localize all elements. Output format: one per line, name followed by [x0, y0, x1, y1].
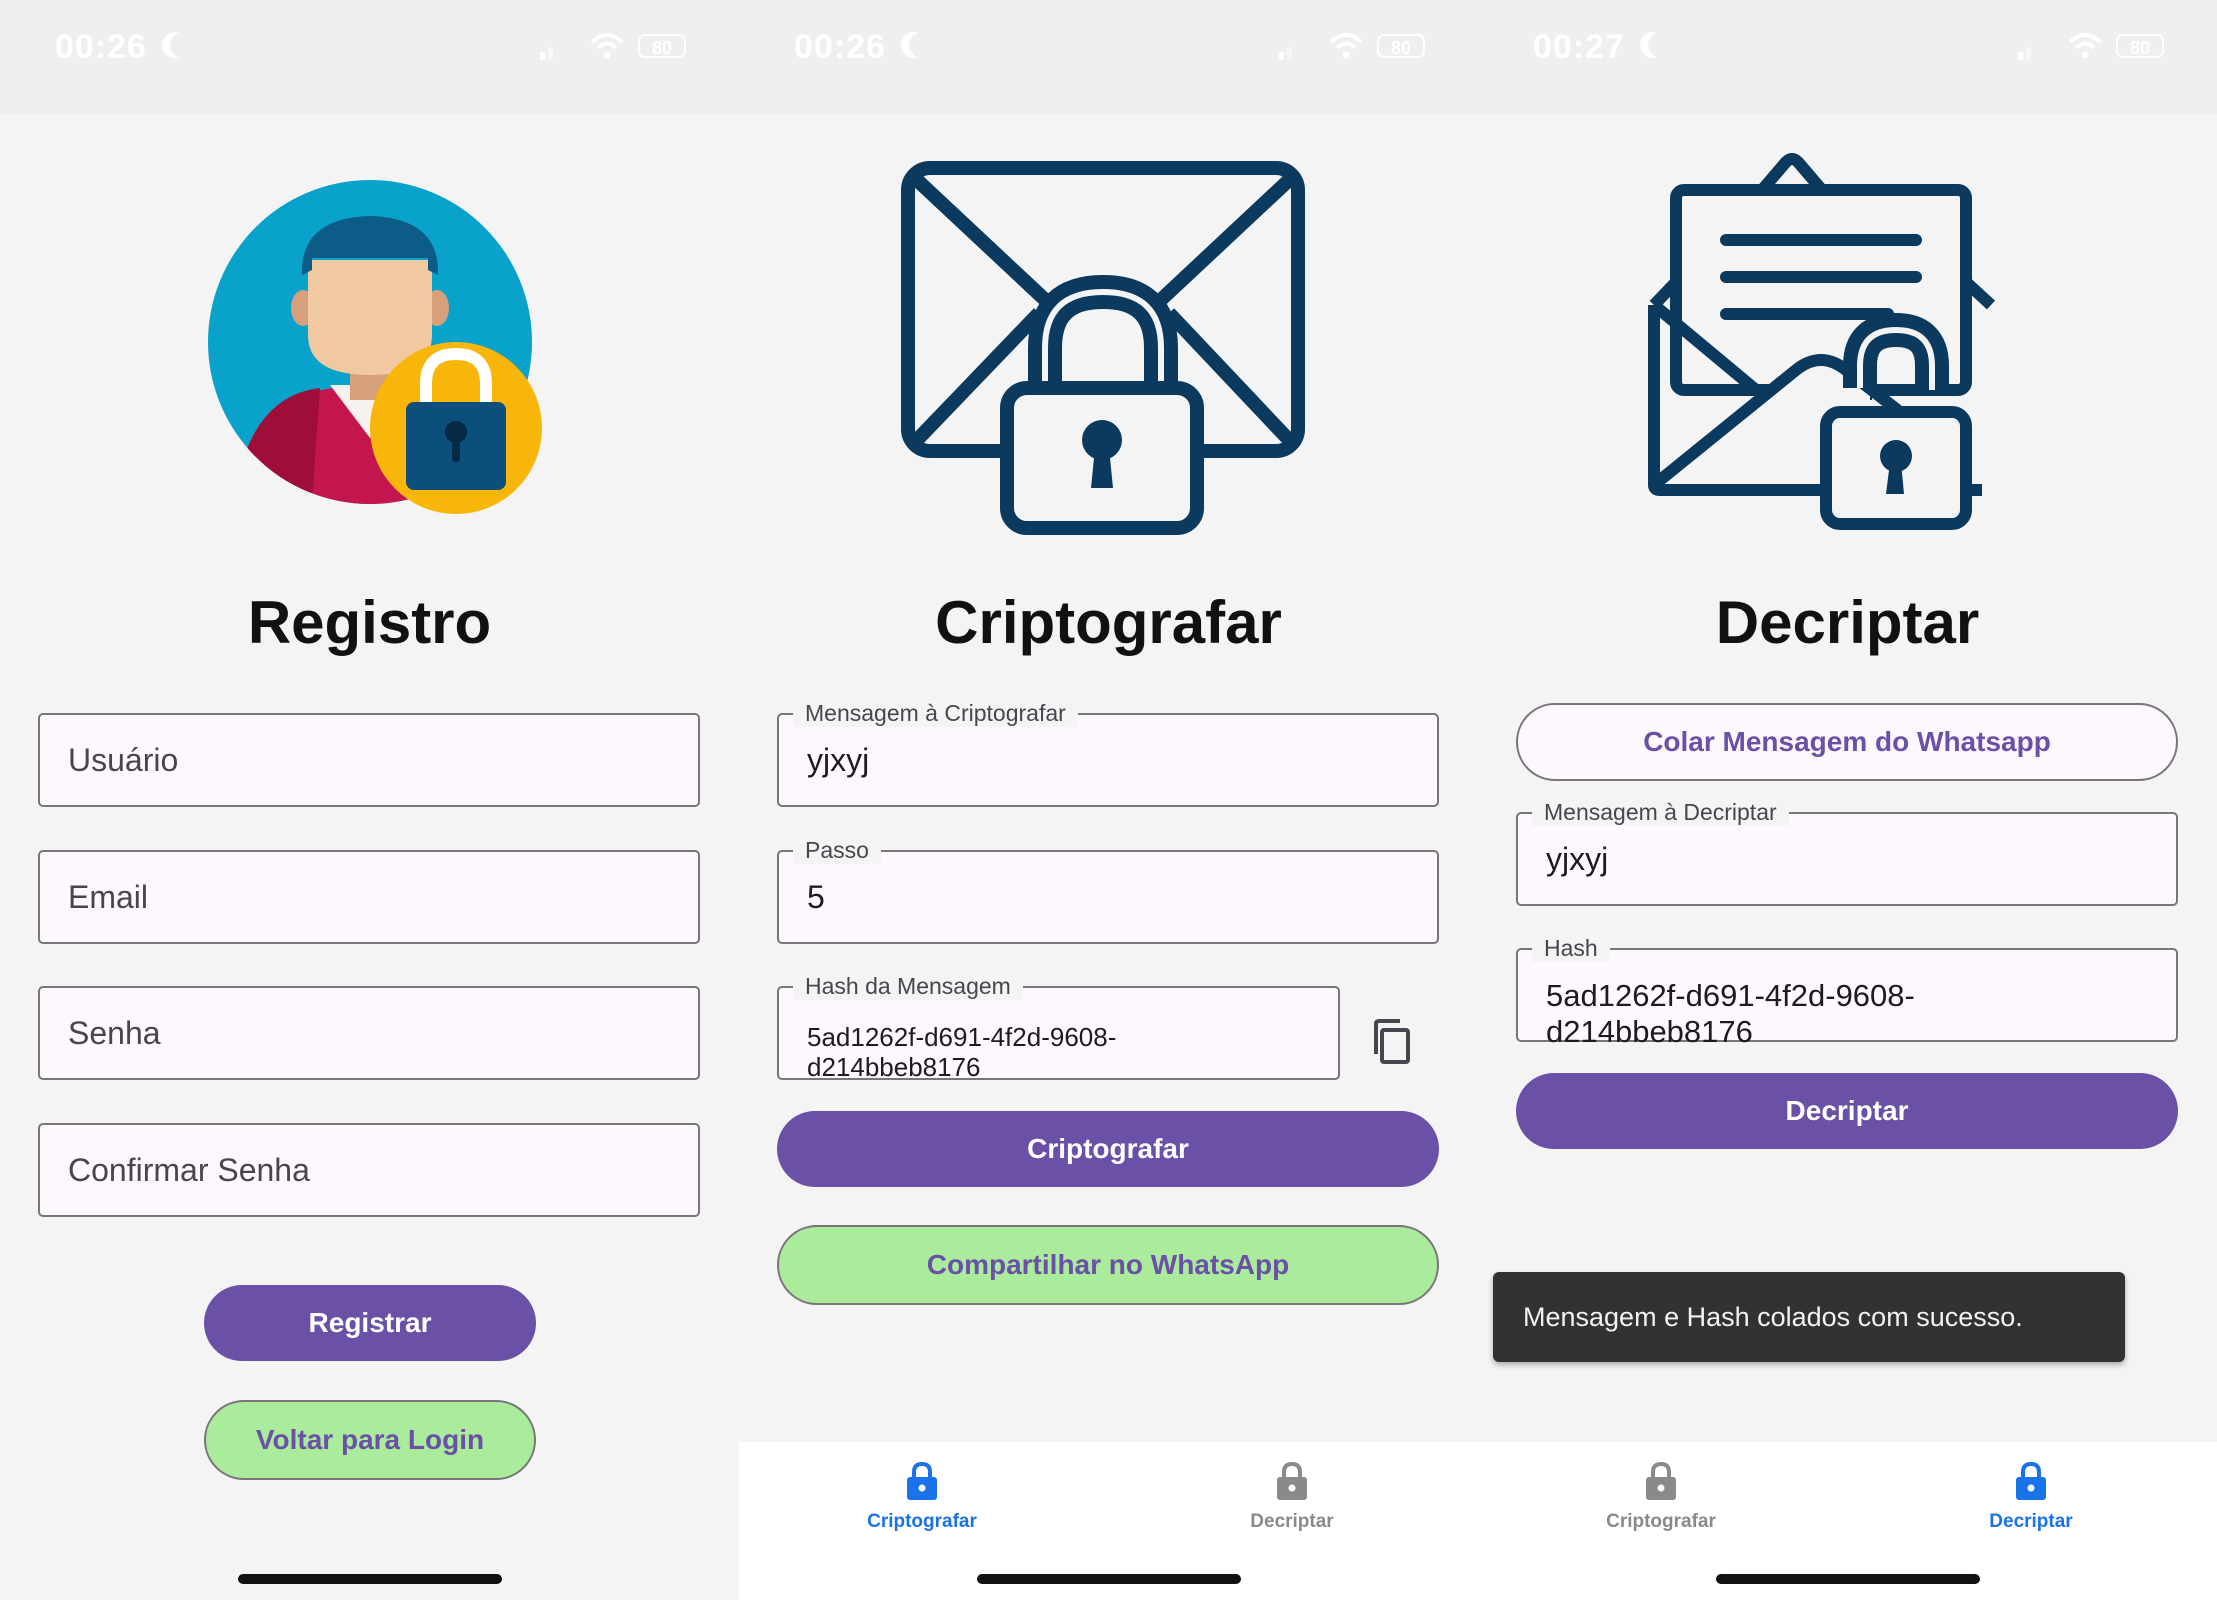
- battery-icon: 80: [1377, 34, 1425, 58]
- status-time: 00:26: [55, 28, 147, 66]
- encrypt-button[interactable]: Criptografar: [777, 1111, 1439, 1187]
- envelope-lock-icon: [901, 161, 1305, 535]
- message-hash-label: Hash da Mensagem: [793, 972, 1023, 1000]
- tab-encrypt[interactable]: Criptografar: [802, 1460, 1042, 1533]
- tab-encrypt-label: Criptografar: [867, 1511, 977, 1532]
- hash-field[interactable]: Hash 5ad1262f-d691-4f2d-9608- d214bbeb81…: [1516, 934, 2178, 1049]
- share-whatsapp-button[interactable]: Compartilhar no WhatsApp: [777, 1225, 1439, 1305]
- tab-encrypt-label: Criptografar: [1606, 1511, 1716, 1532]
- lock-icon: [2016, 1461, 2046, 1500]
- wifi-icon: [1329, 33, 1363, 59]
- cellular-signal-icon: [1279, 40, 1303, 60]
- message-hash-value: 5ad1262f-d691-4f2d-9608- d214bbeb8176: [807, 1022, 1117, 1082]
- status-time: 00:26: [794, 28, 886, 66]
- decrypt-button[interactable]: Decriptar: [1516, 1073, 2178, 1149]
- lock-icon: [907, 1461, 937, 1500]
- password-field[interactable]: Senha: [38, 986, 700, 1080]
- snackbar: Mensagem e Hash colados com sucesso.: [1493, 1272, 2125, 1362]
- back-to-login-button[interactable]: Voltar para Login: [204, 1400, 536, 1480]
- user-lock-avatar-icon: [208, 180, 542, 514]
- battery-icon: 80: [638, 34, 686, 58]
- page-title: Decriptar: [1715, 589, 1980, 656]
- home-indicator: [237, 1574, 502, 1584]
- step-value: 5: [807, 879, 825, 915]
- message-hash-field[interactable]: Hash da Mensagem 5ad1262f-d691-4f2d-9608…: [777, 972, 1340, 1082]
- decrypt-screen: 00:27 80 Decriptar Colar Mensagem do Wha…: [1478, 0, 2217, 1600]
- page-title: Registro: [247, 589, 492, 656]
- wifi-icon: [590, 33, 624, 59]
- battery-icon: 80: [2116, 34, 2164, 58]
- email-placeholder: Email: [68, 879, 149, 915]
- cellular-signal-icon: [2018, 40, 2042, 60]
- moon-icon: [170, 32, 196, 58]
- home-indicator: [1715, 1574, 1980, 1584]
- status-bar: 00:26 80: [739, 0, 1478, 114]
- hash-value: 5ad1262f-d691-4f2d-9608- d214bbeb8176: [1546, 978, 1915, 1049]
- register-button[interactable]: Registrar: [204, 1285, 536, 1361]
- paste-whatsapp-message-button[interactable]: Colar Mensagem do Whatsapp: [1516, 703, 2178, 781]
- moon-icon: [909, 32, 935, 58]
- register-screen: 00:26 80 Registro Usuário Email Senha Co…: [0, 0, 739, 1600]
- page-title: Criptografar: [935, 589, 1282, 656]
- encrypt-screen: 00:26 80 Criptografar Mensagem à Criptog…: [739, 0, 1478, 1600]
- username-field[interactable]: Usuário: [38, 713, 700, 807]
- confirm-password-placeholder: Confirmar Senha: [68, 1152, 310, 1188]
- password-placeholder: Senha: [68, 1015, 161, 1051]
- message-to-decrypt-value: yjxyj: [1546, 841, 1609, 877]
- status-bar: 00:26 80: [0, 0, 739, 114]
- lock-icon: [1277, 1461, 1307, 1500]
- hash-label: Hash: [1532, 934, 1610, 962]
- open-envelope-unlock-icon: [1648, 153, 1996, 530]
- message-to-decrypt-field[interactable]: Mensagem à Decriptar yjxyj: [1516, 798, 2178, 906]
- home-indicator: [976, 1574, 1241, 1584]
- tab-decrypt[interactable]: Decriptar: [1911, 1460, 2151, 1533]
- tab-decrypt[interactable]: Decriptar: [1172, 1460, 1412, 1533]
- confirm-password-field[interactable]: Confirmar Senha: [38, 1123, 700, 1217]
- cellular-signal-icon: [540, 40, 564, 60]
- email-field[interactable]: Email: [38, 850, 700, 944]
- status-bar: 00:27 80: [1478, 0, 2217, 114]
- tab-encrypt[interactable]: Criptografar: [1541, 1460, 1781, 1533]
- message-to-encrypt-field[interactable]: Mensagem à Criptografar yjxyj: [777, 699, 1439, 807]
- step-field[interactable]: Passo 5: [777, 836, 1439, 944]
- tab-decrypt-label: Decriptar: [1250, 1511, 1334, 1532]
- lock-icon: [1646, 1461, 1676, 1500]
- message-to-encrypt-value: yjxyj: [807, 742, 870, 778]
- username-placeholder: Usuário: [68, 742, 179, 778]
- wifi-icon: [2068, 33, 2102, 59]
- moon-icon: [1648, 32, 1674, 58]
- copy-icon[interactable]: [1370, 1018, 1414, 1066]
- status-time: 00:27: [1533, 28, 1625, 66]
- tab-decrypt-label: Decriptar: [1989, 1511, 2073, 1532]
